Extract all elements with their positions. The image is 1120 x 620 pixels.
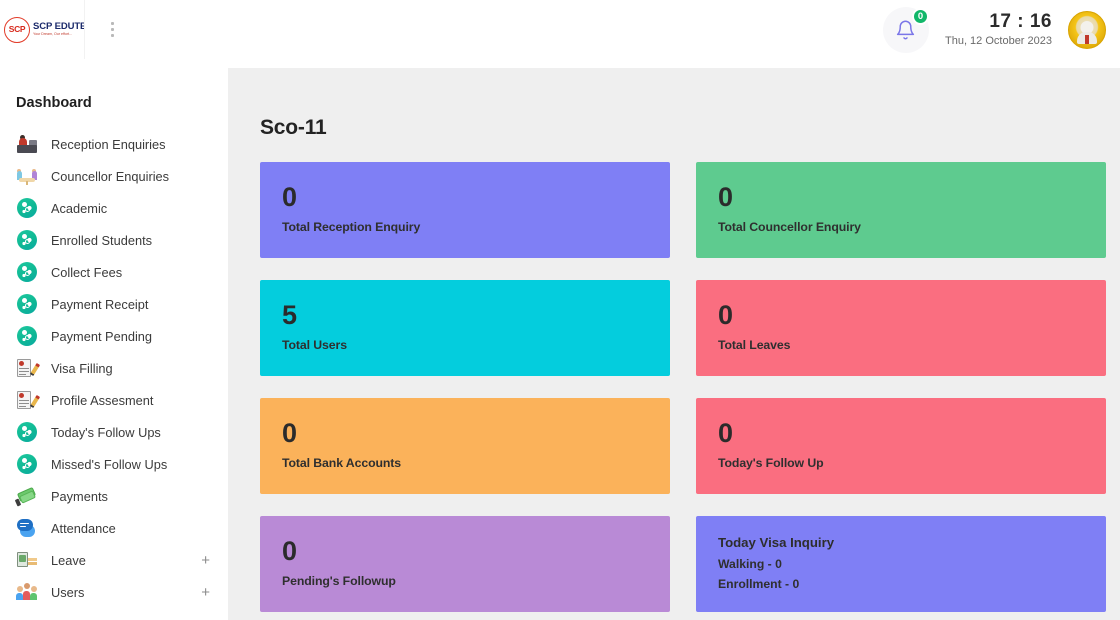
stat-card-value: 0 xyxy=(718,182,733,212)
sidebar-item-academic[interactable]: Academic xyxy=(0,192,228,224)
brand-logo[interactable]: SCP SCP EDUTECH Your Dream, Our effort..… xyxy=(0,0,85,59)
avatar-tie xyxy=(1085,34,1089,44)
users-group-icon xyxy=(16,582,37,603)
sidebar-item-payments[interactable]: Payments xyxy=(0,480,228,512)
visa-card-enrollment: Enrollment - 0 xyxy=(718,577,800,591)
current-time: 17 : 16 xyxy=(989,11,1052,33)
stat-card-today-s-follow-up[interactable]: 0 Today's Follow Up xyxy=(696,398,1106,494)
stat-card-value: 5 xyxy=(282,300,297,330)
stat-card-total-reception-enquiry[interactable]: 0 Total Reception Enquiry xyxy=(260,162,670,258)
stat-card-label: Today's Follow Up xyxy=(718,456,824,470)
stat-card-label: Total Councellor Enquiry xyxy=(718,220,861,234)
stat-card-value: 0 xyxy=(282,536,297,566)
document-pencil-icon xyxy=(16,358,41,379)
notification-badge: 0 xyxy=(911,7,929,25)
sidebar-item-payment-receipt[interactable]: Payment Receipt xyxy=(0,288,228,320)
sidebar-item-users[interactable]: Users + xyxy=(0,576,228,608)
sidebar-item-leave[interactable]: Leave + xyxy=(0,544,228,576)
branch-title: Sco-11 xyxy=(260,116,327,139)
visa-card-title: Today Visa Inquiry xyxy=(718,535,835,550)
dashboard-app: SCP SCP EDUTECH Your Dream, Our effort..… xyxy=(0,0,1120,620)
sidebar-item-label: Collect Fees xyxy=(51,264,123,280)
visa-card-walking: Walking - 0 xyxy=(718,557,782,571)
stat-card-label: Total Users xyxy=(282,338,347,352)
stat-card-value: 0 xyxy=(282,182,297,212)
stat-card-value: 0 xyxy=(282,418,297,448)
stat-card-pending-s-followup[interactable]: 0 Pending's Followup xyxy=(260,516,670,612)
sidebar-item-missed-s-follow-ups[interactable]: Missed's Follow Ups xyxy=(0,448,228,480)
expand-plus-icon[interactable]: + xyxy=(201,553,210,568)
sidebar-item-today-s-follow-ups[interactable]: Today's Follow Ups xyxy=(0,416,228,448)
sidebar-item-councellor-enquiries[interactable]: Councellor Enquiries xyxy=(0,160,228,192)
main-content: Sco-11 0 Total Reception Enquiry 0 Total Co… xyxy=(228,68,1120,620)
stat-card-label: Total Reception Enquiry xyxy=(282,220,421,234)
people-circle-icon xyxy=(16,198,37,219)
sidebar: Dashboard Reception Enquiries Councellor … xyxy=(0,59,228,620)
sidebar-item-collect-fees[interactable]: Collect Fees xyxy=(0,256,228,288)
stats-card-grid: 0 Total Reception Enquiry 0 Total Councello… xyxy=(260,162,1106,612)
sidebar-item-attendance[interactable]: Attendance xyxy=(0,512,228,544)
people-circle-icon xyxy=(16,422,37,443)
sidebar-item-label: Academic xyxy=(51,200,108,216)
logo-badge-text: SCP xyxy=(8,24,26,35)
chat-bubble-icon xyxy=(16,518,37,539)
kebab-dot xyxy=(111,28,114,31)
page-title: Dashboard xyxy=(16,95,92,111)
sidebar-item-label: Payment Receipt xyxy=(51,296,149,312)
meeting-table-icon xyxy=(16,166,37,187)
people-circle-icon xyxy=(16,294,37,315)
sidebar-item-label: Enrolled Students xyxy=(51,232,153,248)
kebab-dot xyxy=(111,34,114,37)
sidebar-item-label: Payment Pending xyxy=(51,328,153,344)
logo-tagline: Your Dream, Our effort... xyxy=(33,32,73,37)
sidebar-item-label: Councellor Enquiries xyxy=(51,168,170,184)
sidebar-item-label: Today's Follow Ups xyxy=(51,424,161,440)
sidebar-item-visa-filling[interactable]: Visa Filling xyxy=(0,352,228,384)
id-card-icon xyxy=(16,550,37,571)
people-circle-icon xyxy=(16,326,37,347)
notifications-button[interactable]: 0 xyxy=(882,6,929,53)
stat-card-total-bank-accounts[interactable]: 0 Total Bank Accounts xyxy=(260,398,670,494)
people-circle-icon xyxy=(16,230,37,251)
people-circle-icon xyxy=(16,262,37,283)
stat-card-label: Total Leaves xyxy=(718,338,791,352)
stat-card-value: 0 xyxy=(718,300,733,330)
avatar[interactable] xyxy=(1068,10,1106,49)
top-header: SCP SCP EDUTECH Your Dream, Our effort..… xyxy=(0,0,1120,59)
money-icon xyxy=(14,486,37,507)
people-circle-icon xyxy=(16,454,37,475)
logo-wordmark: SCP EDUTECH Your Dream, Our effort... xyxy=(33,20,84,37)
sidebar-item-label: Attendance xyxy=(51,520,116,536)
document-pencil-icon xyxy=(16,390,41,411)
sidebar-item-profile-assesment[interactable]: Profile Assesment xyxy=(0,384,228,416)
sidebar-item-label: Missed's Follow Ups xyxy=(51,456,168,472)
logo-wordmark-text: SCP EDUTECH xyxy=(33,20,84,32)
stat-card-total-leaves[interactable]: 0 Total Leaves xyxy=(696,280,1106,376)
sidebar-item-label: Leave xyxy=(51,552,86,568)
sidebar-item-label: Visa Filling xyxy=(51,360,113,376)
kebab-dot xyxy=(111,22,114,25)
clock-block: 17 : 16 Thu, 12 October 2023 xyxy=(945,11,1052,47)
expand-plus-icon[interactable]: + xyxy=(201,585,210,600)
today-visa-inquiry-card[interactable]: Today Visa Inquiry Walking - 0 Enrollment … xyxy=(696,516,1106,612)
kebab-menu-icon[interactable] xyxy=(105,18,120,41)
sidebar-item-label: Profile Assesment xyxy=(51,392,154,408)
current-date: Thu, 12 October 2023 xyxy=(944,35,1052,48)
stat-card-label: Pending's Followup xyxy=(282,574,396,588)
stat-card-total-users[interactable]: 5 Total Users xyxy=(260,280,670,376)
scp-logo-icon: SCP xyxy=(4,16,30,43)
sidebar-item-reception-enquiries[interactable]: Reception Enquiries xyxy=(0,128,228,160)
sidebar-nav-list: Reception Enquiries Councellor Enquiries A… xyxy=(0,128,228,608)
reception-desk-icon xyxy=(16,134,37,155)
sidebar-item-enrolled-students[interactable]: Enrolled Students xyxy=(0,224,228,256)
sidebar-item-label: Reception Enquiries xyxy=(51,136,166,152)
sidebar-item-payment-pending[interactable]: Payment Pending xyxy=(0,320,228,352)
header-right-cluster: 0 17 : 16 Thu, 12 October 2023 xyxy=(882,6,1120,53)
sidebar-item-label: Users xyxy=(51,584,85,600)
stat-card-label: Total Bank Accounts xyxy=(282,456,402,470)
stat-card-total-councellor-enquiry[interactable]: 0 Total Councellor Enquiry xyxy=(696,162,1106,258)
stat-card-value: 0 xyxy=(718,418,733,448)
sidebar-item-label: Payments xyxy=(51,488,108,504)
